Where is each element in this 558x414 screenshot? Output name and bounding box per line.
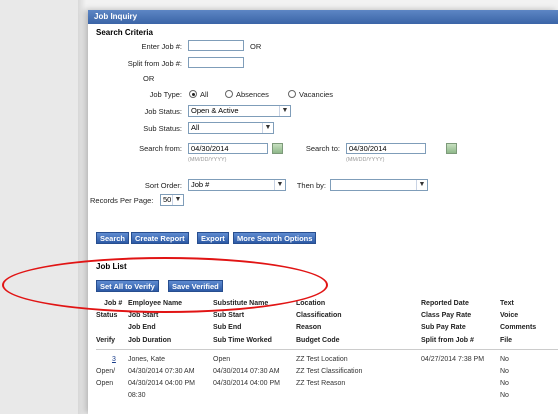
enter-job-input[interactable]	[188, 40, 244, 51]
col-text[interactable]: Text	[500, 300, 514, 307]
chevron-down-icon: ▼	[279, 106, 290, 116]
col-sub-time-worked[interactable]: Sub Time Worked	[213, 337, 272, 344]
job-type-absences-radio[interactable]	[225, 90, 233, 98]
cell-reason: ZZ Test Reason	[296, 380, 346, 387]
search-from-hint: (MM/DD/YYYY)	[188, 157, 227, 163]
job-list-title: Job List	[96, 262, 127, 271]
or-text-1: OR	[250, 42, 262, 51]
split-from-job-input[interactable]	[188, 57, 244, 68]
calendar-icon[interactable]	[272, 143, 283, 154]
col-sub-start[interactable]: Sub Start	[213, 312, 244, 319]
col-status[interactable]: Status	[96, 312, 117, 319]
col-reported-date[interactable]: Reported Date	[421, 300, 469, 307]
more-search-options-button[interactable]: More Search Options	[233, 232, 317, 244]
search-to-input[interactable]: 04/30/2014	[346, 143, 426, 154]
job-type-absences-label: Absences	[236, 90, 269, 99]
sub-status-value: All	[191, 123, 200, 132]
search-to-hint: (MM/DD/YYYY)	[346, 157, 385, 163]
cell-comments: No	[500, 380, 509, 387]
col-verify[interactable]: Verify	[96, 337, 115, 344]
export-button[interactable]: Export	[197, 232, 229, 244]
create-report-button[interactable]: Create Report	[131, 232, 189, 244]
search-to-label: Search to:	[305, 144, 340, 153]
job-type-all-label: All	[200, 90, 209, 99]
records-per-page-select[interactable]: 50 ▼	[160, 194, 184, 206]
cell-reported-date: 04/27/2014 7:38 PM	[421, 356, 485, 363]
job-type-vacancies-label: Vacancies	[299, 90, 334, 99]
then-by-label: Then by:	[296, 181, 326, 190]
col-sub-end[interactable]: Sub End	[213, 324, 241, 331]
col-classification[interactable]: Classification	[296, 312, 342, 319]
cell-text: No	[500, 356, 509, 363]
chevron-down-icon: ▼	[262, 123, 273, 133]
job-status-label: Job Status:	[144, 107, 182, 116]
cell-voice: No	[500, 368, 509, 375]
job-status-value: Open & Active	[191, 106, 239, 115]
chevron-down-icon: ▼	[274, 180, 285, 190]
col-voice[interactable]: Voice	[500, 312, 518, 319]
col-substitute-name[interactable]: Substitute Name	[213, 300, 268, 307]
sub-status-label: Sub Status:	[143, 124, 182, 133]
chevron-down-icon: ▼	[416, 180, 427, 190]
col-job-no[interactable]: Job #	[104, 300, 122, 307]
sort-order-select[interactable]: Job # ▼	[188, 179, 286, 191]
col-split-from-job[interactable]: Split from Job #	[421, 337, 474, 344]
col-job-start[interactable]: Job Start	[128, 312, 158, 319]
cell-location: ZZ Test Location	[296, 356, 348, 363]
cell-classification: ZZ Test Classification	[296, 368, 363, 375]
records-per-page-label: Records Per Page:	[90, 196, 154, 205]
records-per-page-value: 50	[163, 195, 172, 204]
sort-order-label: Sort Order:	[144, 181, 182, 190]
col-location[interactable]: Location	[296, 300, 325, 307]
table-divider	[96, 349, 558, 350]
search-from-input[interactable]: 04/30/2014	[188, 143, 268, 154]
sort-order-value: Job #	[191, 180, 210, 189]
col-comments[interactable]: Comments	[500, 324, 536, 331]
chevron-down-icon: ▼	[172, 195, 183, 205]
job-inquiry-window: Job Inquiry Search Criteria Enter Job #:…	[88, 10, 558, 414]
job-type-label: Job Type:	[149, 90, 182, 99]
cell-verify: Open	[96, 380, 114, 387]
col-budget-code[interactable]: Budget Code	[296, 337, 340, 344]
cell-sub-end: 04/30/2014 04:00 PM	[213, 380, 280, 387]
job-type-all-radio[interactable]	[189, 90, 197, 98]
set-all-to-verify-button[interactable]: Set All to Verify	[96, 280, 159, 292]
col-reason[interactable]: Reason	[296, 324, 321, 331]
cell-sub-start: 04/30/2014 07:30 AM	[213, 368, 280, 375]
cell-job-end: 04/30/2014 04:00 PM	[128, 380, 195, 387]
job-number-link[interactable]: 3	[112, 356, 116, 363]
search-button[interactable]: Search	[96, 232, 130, 244]
enter-job-label: Enter Job #:	[141, 42, 182, 51]
cell-substitute: Open	[213, 356, 231, 363]
col-job-end[interactable]: Job End	[128, 324, 156, 331]
cell-employee-name: Jones, Kate	[128, 356, 165, 363]
or-text-2: OR	[143, 74, 155, 83]
save-verified-button[interactable]: Save Verified	[168, 280, 223, 292]
window-title: Job Inquiry	[88, 10, 558, 24]
cell-job-duration: 08:30	[128, 392, 146, 399]
then-by-select[interactable]: ▼	[330, 179, 428, 191]
calendar-icon[interactable]	[446, 143, 457, 154]
col-class-pay-rate[interactable]: Class Pay Rate	[421, 312, 471, 319]
cell-file: No	[500, 392, 509, 399]
sub-status-select[interactable]: All ▼	[188, 122, 274, 134]
job-status-select[interactable]: Open & Active ▼	[188, 105, 291, 117]
col-job-duration[interactable]: Job Duration	[128, 337, 171, 344]
cell-job-start: 04/30/2014 07:30 AM	[128, 368, 195, 375]
split-from-job-label: Split from Job #:	[127, 59, 182, 68]
job-type-vacancies-radio[interactable]	[288, 90, 296, 98]
search-from-label: Search from:	[139, 144, 182, 153]
col-sub-pay-rate[interactable]: Sub Pay Rate	[421, 324, 466, 331]
col-employee-name[interactable]: Employee Name	[128, 300, 182, 307]
col-file[interactable]: File	[500, 337, 512, 344]
search-criteria-title: Search Criteria	[96, 28, 153, 37]
cell-status: Open/	[96, 368, 116, 375]
